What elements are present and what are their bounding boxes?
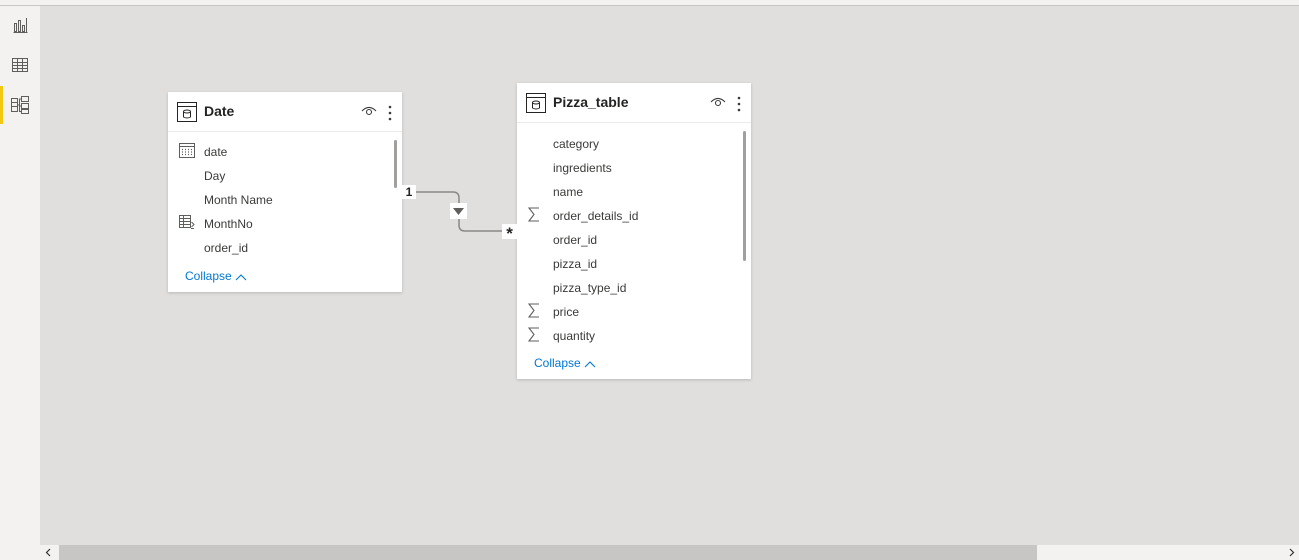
field-row[interactable]: date <box>168 140 390 164</box>
field-row[interactable]: Day <box>168 164 390 188</box>
field-label: order_details_id <box>553 209 639 223</box>
scrollbar-thumb[interactable] <box>59 545 1037 560</box>
field-row[interactable]: pizza_id <box>517 252 739 276</box>
field-label: name <box>553 185 584 199</box>
canvas-horizontal-scrollbar[interactable] <box>40 545 1299 560</box>
filter-arrow-down-icon <box>453 207 464 215</box>
table-grid-icon <box>12 58 28 72</box>
field-list-scrollbar[interactable] <box>743 131 746 261</box>
field-label: quantity <box>553 329 596 343</box>
chevron-left-icon <box>45 548 50 557</box>
date-table-card[interactable]: Date date Day Month Name MonthNo order_i… <box>168 92 402 292</box>
sigma-icon <box>528 303 539 318</box>
sigma-icon <box>528 327 539 342</box>
field-label: ingredients <box>553 161 612 175</box>
date-table-header[interactable]: Date <box>168 92 402 132</box>
report-view-button[interactable] <box>0 6 40 44</box>
field-row[interactable]: price <box>517 300 739 324</box>
collapse-label: Collapse <box>185 269 232 283</box>
field-row[interactable]: order_id <box>517 228 739 252</box>
calculated-column-icon <box>179 215 195 229</box>
field-label: price <box>553 305 580 319</box>
field-label: pizza_id <box>553 257 598 271</box>
field-label: Month Name <box>204 193 273 207</box>
chevron-up-icon <box>235 274 247 281</box>
bar-chart-icon <box>13 18 28 33</box>
chevron-right-icon <box>1289 548 1294 557</box>
pizza-table-card[interactable]: Pizza_table category ingredients name or… <box>517 83 751 379</box>
pizza-table-title: Pizza_table <box>553 94 629 110</box>
scroll-right-button[interactable] <box>1284 545 1299 560</box>
collapse-button[interactable]: Collapse <box>185 269 247 283</box>
many-cardinality-label: * <box>502 224 517 243</box>
one-cardinality-label: 1 <box>402 185 416 199</box>
table-icon <box>526 93 546 113</box>
field-row[interactable]: quantity <box>517 324 739 348</box>
field-label: order_id <box>553 233 598 247</box>
collapse-button[interactable]: Collapse <box>534 356 596 370</box>
field-label: date <box>204 145 228 159</box>
model-view-button[interactable] <box>0 86 40 124</box>
eye-icon[interactable] <box>361 105 377 117</box>
field-row[interactable]: MonthNo <box>168 212 390 236</box>
collapse-label: Collapse <box>534 356 581 370</box>
field-row[interactable]: Month Name <box>168 188 390 212</box>
scroll-left-button[interactable] <box>40 545 55 560</box>
calendar-icon <box>179 143 195 158</box>
data-view-button[interactable] <box>0 46 40 84</box>
left-view-nav <box>0 6 41 560</box>
field-row[interactable]: order_details_id <box>517 204 739 228</box>
date-table-title: Date <box>204 103 235 119</box>
top-ribbon-edge <box>0 0 1299 6</box>
more-options-icon[interactable] <box>387 104 393 122</box>
filter-direction-marker[interactable] <box>450 203 467 219</box>
model-diagram-icon <box>11 96 29 114</box>
pizza-table-header[interactable]: Pizza_table <box>517 83 751 123</box>
table-icon <box>177 102 197 122</box>
field-row[interactable]: order_id <box>168 236 390 260</box>
field-row[interactable]: category <box>517 132 739 156</box>
sigma-icon <box>528 207 539 222</box>
field-row[interactable]: ingredients <box>517 156 739 180</box>
field-list-scrollbar[interactable] <box>394 140 397 188</box>
field-label: order_id <box>204 241 249 255</box>
field-label: Day <box>204 169 226 183</box>
field-row[interactable]: pizza_type_id <box>517 276 739 300</box>
field-label: MonthNo <box>204 217 253 231</box>
field-row[interactable]: name <box>517 180 739 204</box>
chevron-up-icon <box>584 361 596 368</box>
eye-icon[interactable] <box>710 96 726 108</box>
field-label: pizza_type_id <box>553 281 627 295</box>
more-options-icon[interactable] <box>736 95 742 113</box>
field-label: category <box>553 137 600 151</box>
